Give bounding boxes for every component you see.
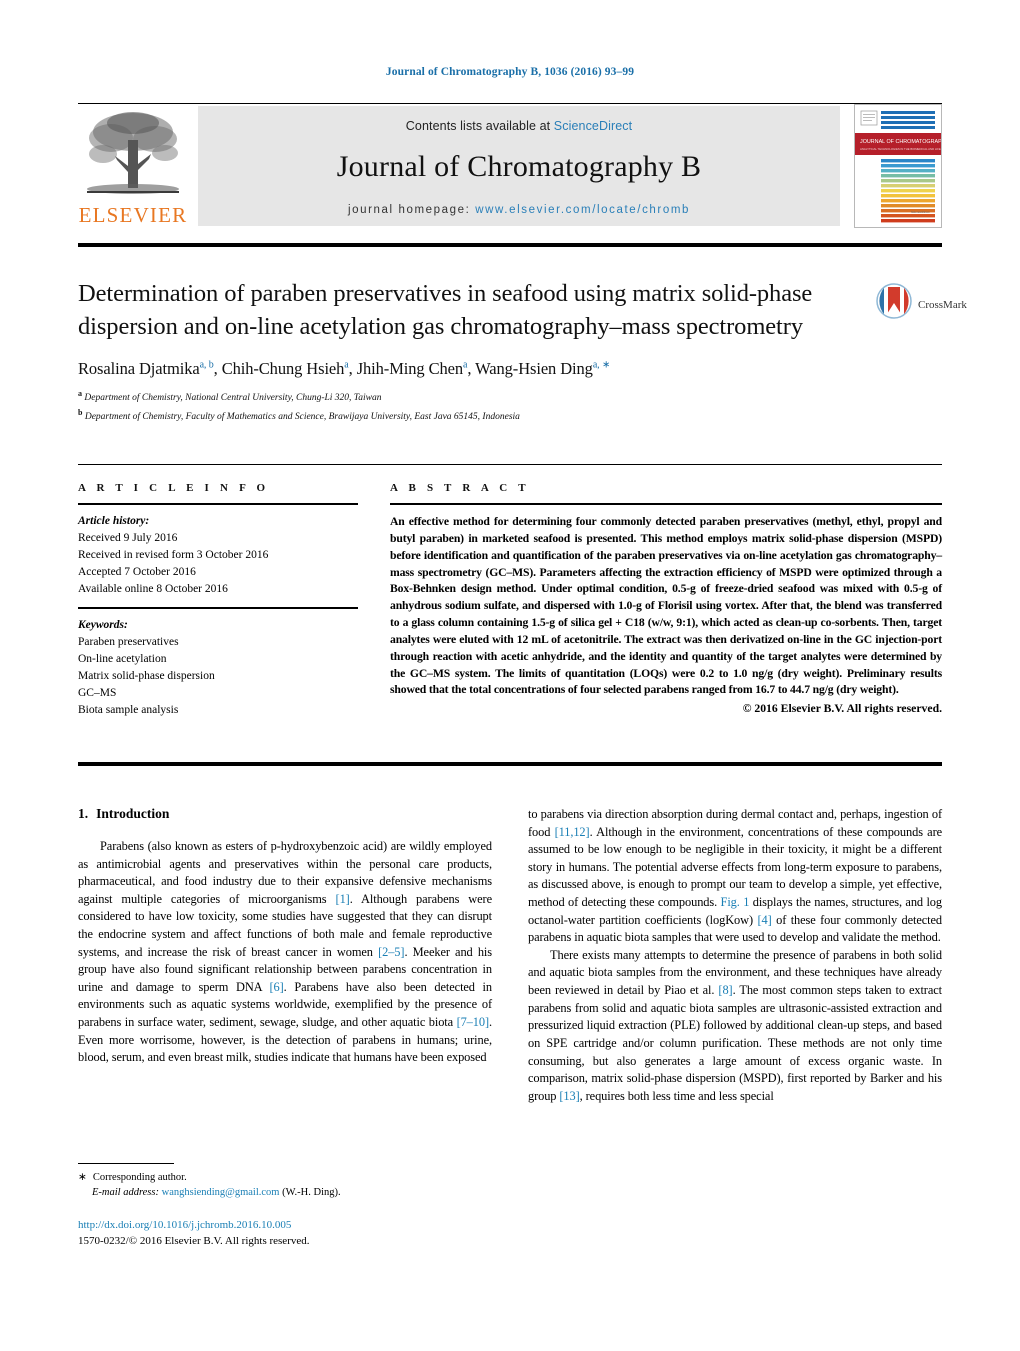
masthead-bottom-rule bbox=[78, 243, 942, 247]
history-item: Accepted 7 October 2016 bbox=[78, 566, 196, 579]
keywords-divider bbox=[78, 607, 358, 610]
section-number: 1. bbox=[78, 806, 89, 821]
info-top-rule bbox=[78, 464, 942, 465]
issn-copyright-line: 1570-0232/© 2016 Elsevier B.V. All right… bbox=[78, 1234, 310, 1247]
journal-cover-image: JOURNAL OF CHROMATOGRAPHY B ANALYTICAL T… bbox=[855, 105, 941, 227]
email-label: E-mail address: bbox=[92, 1187, 159, 1199]
elsevier-wordmark: ELSEVIER bbox=[78, 203, 188, 227]
author-name: Jhih-Ming Chen bbox=[356, 359, 464, 379]
citation-link[interactable]: [6] bbox=[270, 980, 284, 994]
figure-link[interactable]: Fig. 1 bbox=[721, 895, 750, 909]
article-history-label: Article history: bbox=[78, 515, 150, 527]
citation-link[interactable]: [4] bbox=[758, 913, 772, 927]
affiliation-item: b Department of Chemistry, Faculty of Ma… bbox=[78, 407, 818, 425]
keyword-item: Biota sample analysis bbox=[78, 704, 179, 717]
citation-link[interactable]: [2–5] bbox=[378, 945, 404, 959]
elsevier-logo: ELSEVIER bbox=[78, 106, 188, 228]
email-link[interactable]: wanghsiending@gmail.com bbox=[162, 1187, 280, 1198]
abstract-heading: A B S T R A C T bbox=[390, 482, 530, 494]
crossmark-label: CrossMark bbox=[918, 299, 967, 311]
journal-masthead: ELSEVIER Contents lists available at Sci… bbox=[78, 104, 942, 229]
abstract-divider bbox=[390, 503, 942, 505]
article-page: Journal of Chromatography B, 1036 (2016)… bbox=[0, 0, 1020, 1351]
corresponding-author-marker: ∗ bbox=[78, 1172, 87, 1183]
citation-link[interactable]: [1] bbox=[336, 892, 350, 906]
title-block: Determination of paraben preservatives i… bbox=[78, 278, 818, 425]
body-column-left: 1. Introduction Parabens (also known as e… bbox=[78, 806, 492, 1067]
author-affil-mark: a, ∗ bbox=[592, 359, 611, 371]
affiliation-text: Department of Chemistry, Faculty of Math… bbox=[84, 411, 520, 422]
publication-footer: http://dx.doi.org/10.1016/j.jchromb.2016… bbox=[78, 1218, 538, 1250]
journal-cover-thumbnail: JOURNAL OF CHROMATOGRAPHY B ANALYTICAL T… bbox=[854, 104, 942, 228]
author-name: Wang-Hsien Ding bbox=[475, 359, 593, 379]
journal-homepage-line: journal homepage: www.elsevier.com/locat… bbox=[198, 204, 840, 216]
svg-text:ScienceDirect: ScienceDirect bbox=[911, 210, 930, 214]
svg-text:JOURNAL OF CHROMATOGRAPHY B: JOURNAL OF CHROMATOGRAPHY B bbox=[860, 139, 941, 145]
paragraph-part: . The most common steps taken to extract… bbox=[528, 983, 942, 1103]
email-owner: (W.-H. Ding). bbox=[282, 1187, 341, 1199]
corresponding-author-footnote: ∗ Corresponding author. E-mail address: w… bbox=[78, 1170, 498, 1200]
body-column-right: to parabens via direction absorption dur… bbox=[528, 806, 942, 1105]
author-affil-mark: a bbox=[344, 359, 349, 371]
history-item: Received in revised form 3 October 2016 bbox=[78, 549, 269, 562]
history-item: Available online 8 October 2016 bbox=[78, 583, 228, 596]
author-affil-mark: a bbox=[463, 359, 468, 371]
article-info-divider bbox=[78, 503, 358, 505]
affiliation-mark: b bbox=[78, 407, 83, 417]
corresponding-author-line: ∗ Corresponding author. bbox=[78, 1170, 498, 1185]
journal-homepage-link[interactable]: www.elsevier.com/locate/chromb bbox=[475, 204, 690, 216]
paragraph: There exists many attempts to determine … bbox=[528, 947, 942, 1105]
affiliation-mark: a bbox=[78, 389, 82, 399]
paragraph-part: , requires both less time and less speci… bbox=[579, 1088, 774, 1103]
article-info-heading: A R T I C L E I N F O bbox=[78, 482, 270, 494]
elsevier-tree-icon bbox=[87, 112, 179, 194]
info-bottom-rule bbox=[78, 762, 942, 766]
corresponding-author-text: Corresponding author. bbox=[92, 1172, 187, 1183]
contents-prefix: Contents lists available at bbox=[405, 119, 554, 133]
journal-banner: Contents lists available at ScienceDirec… bbox=[198, 106, 840, 226]
abstract-copyright: © 2016 Elsevier B.V. All rights reserved… bbox=[742, 702, 942, 716]
keyword-item: GC–MS bbox=[78, 687, 117, 700]
page-title: Determination of paraben preservatives i… bbox=[78, 280, 813, 340]
author-name: Chih-Chung Hsieh bbox=[221, 359, 345, 379]
svg-text:ANALYTICAL TECHNOLOGIES IN THE: ANALYTICAL TECHNOLOGIES IN THE BIOMEDICA… bbox=[860, 147, 941, 151]
keywords-group: Keywords: Paraben preservatives On-line … bbox=[78, 617, 358, 719]
section-heading-introduction: 1. Introduction bbox=[78, 806, 492, 822]
affiliation-item: a Department of Chemistry, National Cent… bbox=[78, 388, 818, 406]
keyword-item: Paraben preservatives bbox=[78, 636, 179, 649]
paragraph: Parabens (also known as esters of p-hydr… bbox=[78, 838, 492, 1067]
citation-link[interactable]: [13] bbox=[559, 1089, 579, 1103]
sciencedirect-link[interactable]: ScienceDirect bbox=[554, 119, 632, 133]
doi-link[interactable]: http://dx.doi.org/10.1016/j.jchromb.2016… bbox=[78, 1218, 538, 1234]
author-list: Rosalina Djatmikaa, b, Chih-Chung Hsieha… bbox=[78, 359, 611, 379]
keyword-item: On-line acetylation bbox=[78, 653, 167, 666]
running-head: Journal of Chromatography B, 1036 (2016)… bbox=[385, 66, 635, 78]
citation-link[interactable]: [7–10] bbox=[457, 1015, 490, 1029]
keyword-item: Matrix solid-phase dispersion bbox=[78, 670, 215, 683]
affiliation-list: a Department of Chemistry, National Cent… bbox=[78, 388, 818, 425]
crossmark-badge[interactable]: CrossMark bbox=[876, 283, 967, 335]
affiliation-text: Department of Chemistry, National Centra… bbox=[84, 393, 382, 404]
abstract-column: A B S T R A C T An effective method for … bbox=[390, 482, 942, 715]
citation-link[interactable]: [8] bbox=[718, 983, 732, 997]
paragraph: to parabens via direction absorption dur… bbox=[528, 806, 942, 947]
crossmark-icon[interactable] bbox=[876, 283, 912, 319]
footnote-separator bbox=[78, 1163, 174, 1164]
history-item: Received 9 July 2016 bbox=[78, 532, 178, 545]
homepage-prefix: journal homepage: bbox=[347, 204, 476, 216]
abstract-text: An effective method for determining four… bbox=[390, 515, 942, 697]
contents-available-line: Contents lists available at ScienceDirec… bbox=[198, 106, 840, 133]
author-affil-mark: a, b bbox=[199, 359, 214, 371]
author-name: Rosalina Djatmika bbox=[78, 359, 200, 379]
journal-title: Journal of Chromatography B bbox=[336, 150, 702, 183]
citation-link[interactable]: [11,12] bbox=[555, 825, 590, 839]
email-line: E-mail address: wanghsiending@gmail.com … bbox=[78, 1185, 498, 1200]
article-info-column: A R T I C L E I N F O Article history: R… bbox=[78, 482, 358, 719]
keywords-label: Keywords: bbox=[78, 619, 128, 632]
section-title: Introduction bbox=[96, 806, 170, 821]
article-history-group: Article history: Received 9 July 2016 Re… bbox=[78, 513, 358, 598]
